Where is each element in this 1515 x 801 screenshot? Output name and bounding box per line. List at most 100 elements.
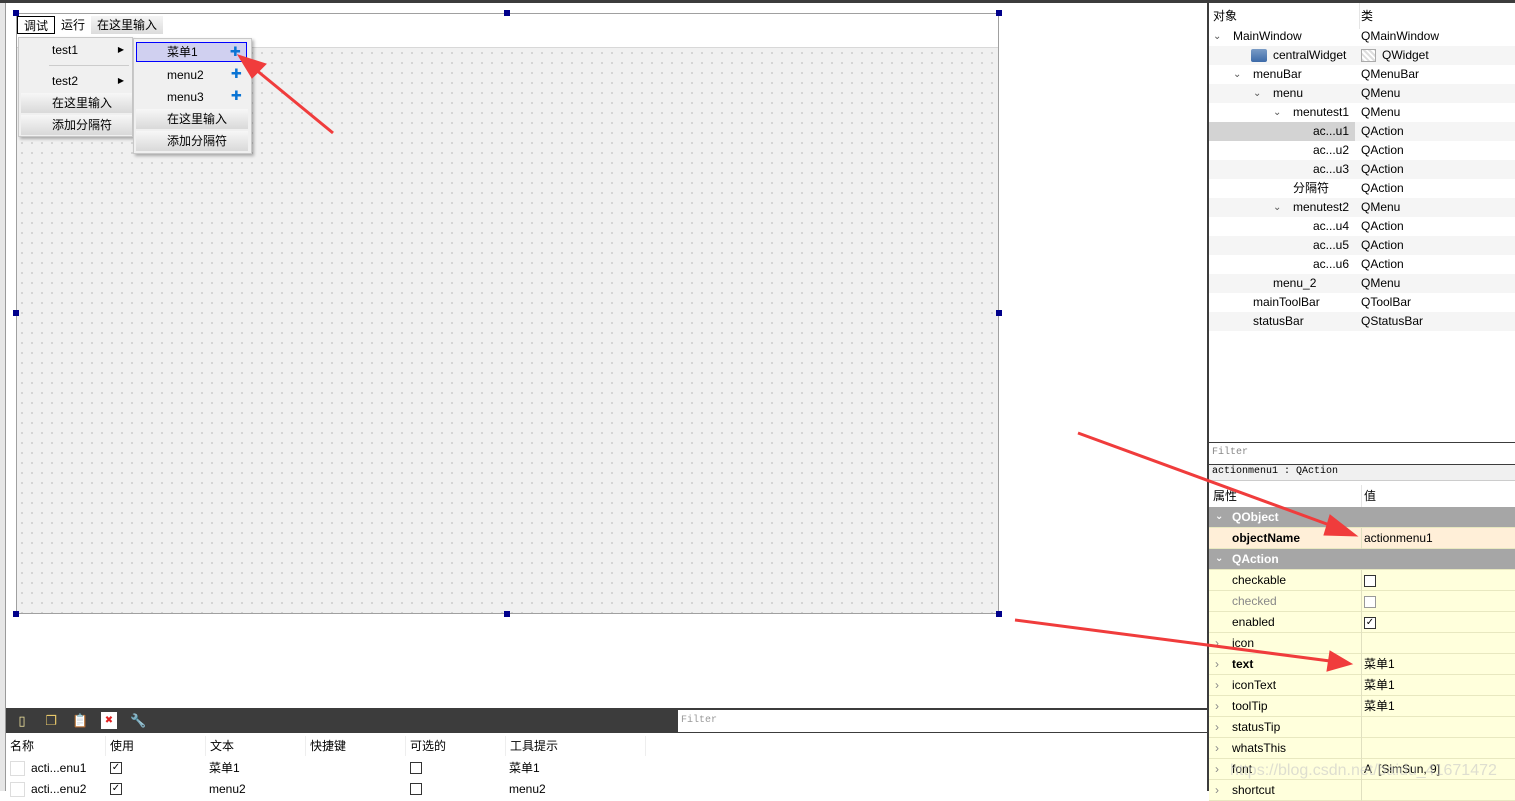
property-row-checkable[interactable]: checkable [1209,570,1515,591]
object-class-cell: QWidget [1361,46,1429,65]
tree-row[interactable]: ac...u6 QAction [1209,255,1515,274]
property-value[interactable]: 菜单1 [1361,696,1515,717]
tree-row[interactable]: ⌄ menutest1 QMenu [1209,103,1515,122]
chevron-down-icon[interactable]: ⌄ [1213,27,1221,46]
chevron-right-icon[interactable]: › [1215,696,1219,716]
property-value[interactable]: 菜单1 [1361,675,1515,696]
action-column-header[interactable]: 名称 [6,736,106,756]
action-column-header[interactable]: 可选的 [406,736,506,756]
tree-row[interactable]: ⌄ menu QMenu [1209,84,1515,103]
chevron-down-icon[interactable]: ⌄ [1215,507,1223,527]
checkbox[interactable]: ✓ [1364,616,1376,629]
resize-handle[interactable] [504,611,510,617]
chevron-right-icon[interactable]: › [1215,654,1219,674]
configure-wrench-icon[interactable]: 🔧 [130,712,146,729]
action-column-header[interactable]: 快捷键 [306,736,406,756]
property-value[interactable] [1361,591,1515,612]
chevron-right-icon[interactable]: › [1215,675,1219,695]
resize-handle[interactable] [996,310,1002,316]
tree-row[interactable]: ac...u5 QAction [1209,236,1515,255]
property-value[interactable]: 菜单1 [1361,654,1515,675]
submenu-item-menu2[interactable]: menu2 ✚ [136,65,247,85]
tree-row[interactable]: ac...u2 QAction [1209,141,1515,160]
object-class-cell: QMenu [1361,103,1400,122]
property-row-icontext[interactable]: › iconText 菜单1 [1209,675,1515,696]
action-column-header[interactable]: 使用 [106,736,206,756]
menubar-item-debug[interactable]: 调试 [17,16,56,34]
chevron-right-icon[interactable]: › [1215,717,1219,737]
tree-row[interactable]: centralWidget QWidget [1209,46,1515,65]
property-row-enabled[interactable]: enabled ✓ [1209,612,1515,633]
submenu-item-menu3[interactable]: menu3 ✚ [136,87,247,107]
property-value[interactable]: actionmenu1 [1361,528,1515,549]
property-object-label: actionmenu1 : QAction [1209,465,1515,481]
checkable-checkbox[interactable] [410,783,422,795]
resize-handle[interactable] [13,310,19,316]
tree-row[interactable]: ac...u3 QAction [1209,160,1515,179]
used-checkbox[interactable]: ✓ [110,762,122,774]
chevron-right-icon[interactable]: › [1215,738,1219,758]
tree-row[interactable]: statusBar QStatusBar [1209,312,1515,331]
menu-add-separator[interactable]: 添加分隔符 [21,115,132,135]
property-value[interactable]: ✓ [1361,612,1515,633]
tree-row[interactable]: mainToolBar QToolBar [1209,293,1515,312]
object-name-cell: ac...u4 [1209,217,1355,236]
action-row[interactable]: acti...enu2 ✓ menu2 menu2 [6,779,1207,800]
chevron-down-icon[interactable]: ⌄ [1273,103,1281,122]
chevron-right-icon[interactable]: › [1215,633,1219,653]
property-filter-input[interactable]: Filter [1209,442,1515,465]
chevron-down-icon[interactable]: ⌄ [1273,198,1281,217]
property-value[interactable] [1361,717,1515,738]
submenu-add-separator[interactable]: 添加分隔符 [136,131,248,151]
tree-row[interactable]: ac...u4 QAction [1209,217,1515,236]
tree-row[interactable]: menu_2 QMenu [1209,274,1515,293]
used-checkbox[interactable]: ✓ [110,783,122,795]
property-row-statustip[interactable]: › statusTip [1209,717,1515,738]
submenu-type-here[interactable]: 在这里输入 [136,109,248,129]
action-column-header[interactable]: 文本 [206,736,306,756]
property-row-icon[interactable]: › icon [1209,633,1515,654]
object-name: statusBar [1253,314,1304,328]
tree-row[interactable]: ⌄ MainWindow QMainWindow [1209,27,1515,46]
resize-handle[interactable] [504,10,510,16]
tree-row[interactable]: ac...u1 QAction [1209,122,1515,141]
resize-handle[interactable] [996,611,1002,617]
action-filter-input[interactable]: Filter [678,710,1207,732]
resize-handle[interactable] [996,10,1002,16]
property-value[interactable] [1361,738,1515,759]
property-value[interactable] [1361,570,1515,591]
property-group-qaction[interactable]: ⌄ QAction [1209,549,1515,570]
action-column-header[interactable]: 工具提示 [506,736,646,756]
chevron-down-icon[interactable]: ⌄ [1215,549,1223,569]
property-row-objectname[interactable]: objectName actionmenu1 [1209,528,1515,549]
tree-row[interactable]: ⌄ menuBar QMenuBar [1209,65,1515,84]
menu-item-test1[interactable]: test1 ▶ [19,40,132,60]
menubar-item-run[interactable]: 运行 [55,16,91,34]
new-action-icon[interactable]: ▯ [14,712,30,729]
chevron-right-icon[interactable]: › [1215,780,1219,800]
menubar-type-here[interactable]: 在这里输入 [91,16,164,34]
action-row[interactable]: acti...enu1 ✓ 菜单1 菜单1 [6,758,1207,779]
tree-row[interactable]: 分隔符 QAction [1209,179,1515,198]
property-row-tooltip[interactable]: › toolTip 菜单1 [1209,696,1515,717]
delete-action-icon[interactable]: ✖ [101,712,117,729]
checkbox[interactable] [1364,595,1376,608]
property-group-qobject[interactable]: ⌄ QObject [1209,507,1515,528]
resize-handle[interactable] [13,611,19,617]
chevron-right-icon[interactable]: › [1215,759,1219,779]
property-row-text[interactable]: › text 菜单1 [1209,654,1515,675]
property-row-whatsthis[interactable]: › whatsThis [1209,738,1515,759]
chevron-down-icon[interactable]: ⌄ [1253,84,1261,103]
chevron-down-icon[interactable]: ⌄ [1233,65,1241,84]
property-name: checked [1232,594,1277,608]
property-row-checked[interactable]: checked [1209,591,1515,612]
menu-item-test2[interactable]: test2 ▶ [19,71,132,91]
tree-row[interactable]: ⌄ menutest2 QMenu [1209,198,1515,217]
checkable-checkbox[interactable] [410,762,422,774]
property-value[interactable] [1361,633,1515,654]
submenu-item-menu1[interactable]: 菜单1 ✚ [136,42,247,62]
menu-type-here[interactable]: 在这里输入 [21,93,132,113]
checkbox[interactable] [1364,574,1376,587]
copy-action-icon[interactable]: ❐ [43,712,59,729]
paste-action-icon[interactable]: 📋 [72,712,88,729]
